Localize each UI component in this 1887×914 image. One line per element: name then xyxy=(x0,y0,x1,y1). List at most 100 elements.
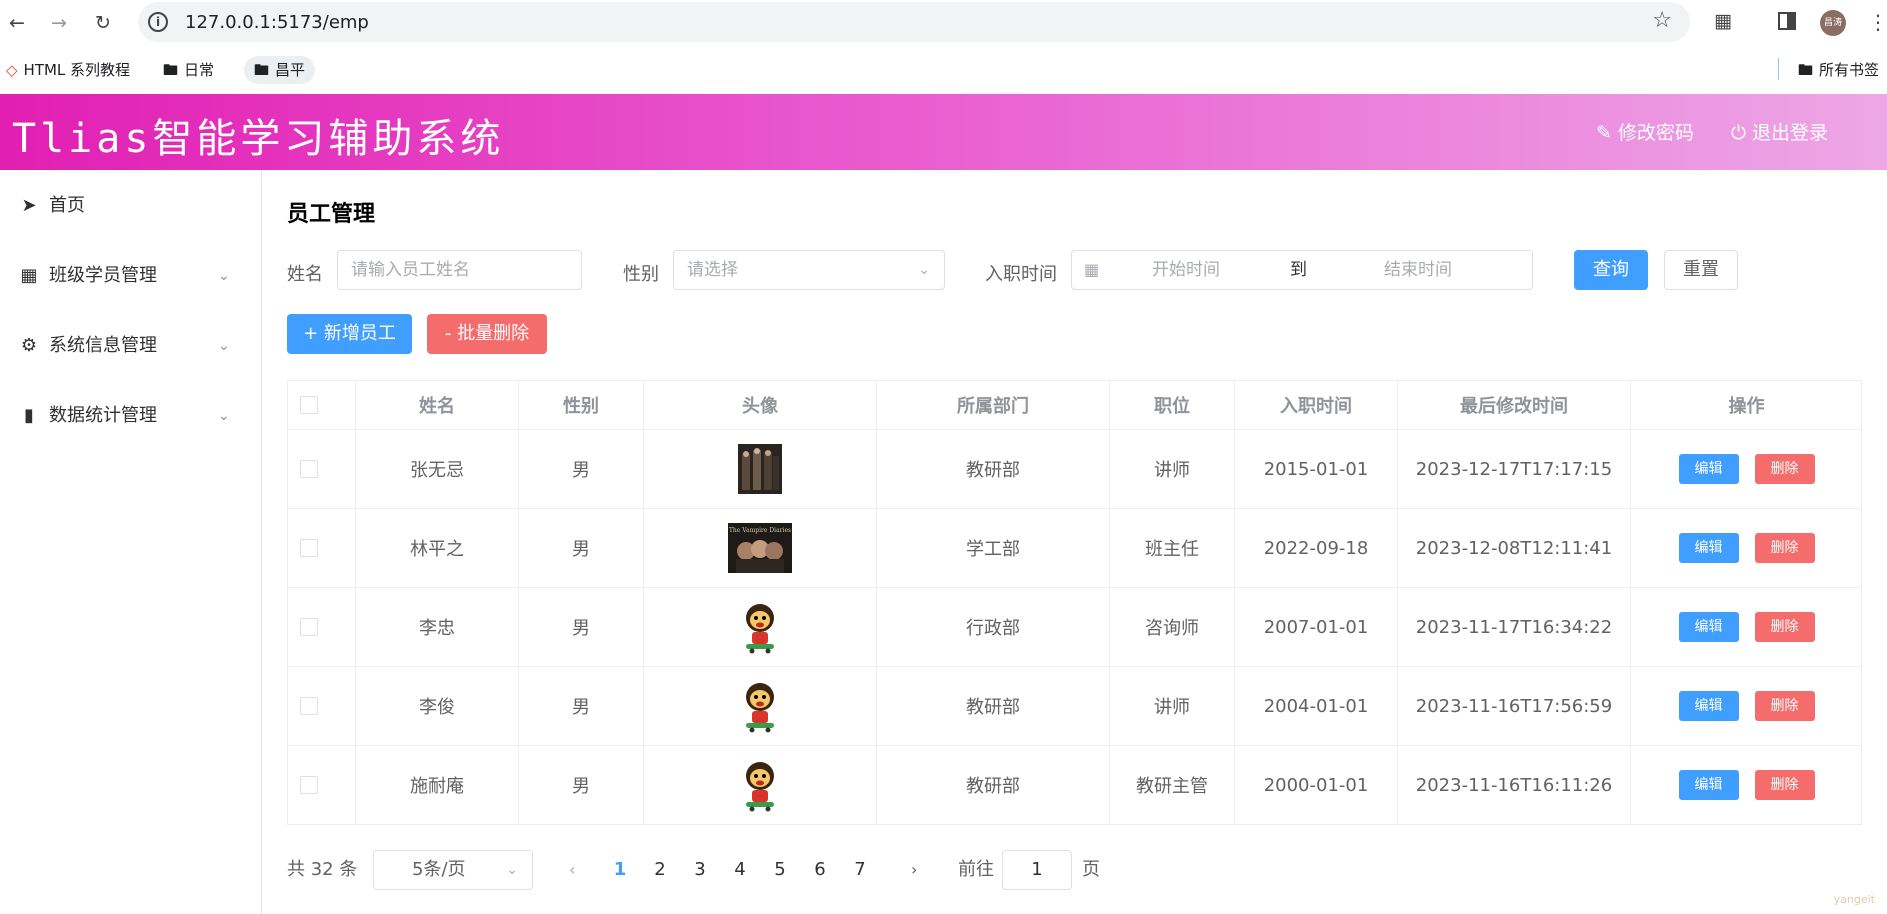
cell-dept: 教研部 xyxy=(877,430,1110,508)
cell-job: 讲师 xyxy=(1110,667,1235,745)
column-header[interactable]: 姓名 xyxy=(356,381,519,429)
bookmarks-divider xyxy=(1778,58,1779,80)
actions-cell: 编辑 删除 xyxy=(1631,509,1862,587)
column-header[interactable]: 职位 xyxy=(1110,381,1235,429)
edit-button[interactable]: 编辑 xyxy=(1678,533,1739,563)
edit-button[interactable]: 编辑 xyxy=(1678,454,1739,484)
page-number[interactable]: 7 xyxy=(845,850,875,890)
bookmark-star-icon[interactable]: ☆ xyxy=(1652,8,1672,33)
cell-dept: 行政部 xyxy=(877,588,1110,666)
app-title: Tlias智能学习辅助系统 xyxy=(12,116,505,162)
column-header[interactable]: 入职时间 xyxy=(1235,381,1398,429)
forward-arrow-icon[interactable]: → xyxy=(46,10,72,36)
sidebar-item-system-info[interactable]: ⚙ 系统信息管理 ⌄ xyxy=(0,318,262,374)
all-bookmarks[interactable]: 🖿 所有书签 xyxy=(1798,56,1879,84)
select-all-checkbox[interactable] xyxy=(300,396,318,414)
avatar-cell: The Vampire Diaries xyxy=(644,509,877,587)
page-suffix-label: 页 xyxy=(1082,859,1100,880)
side-panel-icon[interactable] xyxy=(1778,12,1796,30)
sidebar-item-label: 班级学员管理 xyxy=(49,265,157,286)
row-checkbox[interactable] xyxy=(300,776,318,794)
column-header[interactable]: 操作 xyxy=(1631,381,1862,429)
batch-delete-button[interactable]: - 批量删除 xyxy=(427,314,547,354)
start-date-input[interactable]: 开始时间 xyxy=(1152,251,1220,289)
query-button[interactable]: 查询 xyxy=(1574,250,1648,290)
row-checkbox[interactable] xyxy=(300,697,318,715)
delete-button[interactable]: 删除 xyxy=(1754,533,1815,563)
reload-icon[interactable]: ↻ xyxy=(90,10,116,36)
column-header[interactable]: 所属部门 xyxy=(877,381,1110,429)
chevron-down-icon: ⌄ xyxy=(218,408,230,424)
actions-cell: 编辑 删除 xyxy=(1631,667,1862,745)
column-header[interactable]: 性别 xyxy=(519,381,644,429)
bookmarks-bar: ◇ HTML 系列教程 🖿 日常 🖿 昌平 🖿 所有书签 xyxy=(0,48,1887,90)
cell-name: 张无忌 xyxy=(356,430,519,508)
profile-avatar[interactable]: 昌涛 xyxy=(1820,10,1846,36)
delete-button[interactable]: 删除 xyxy=(1754,770,1815,800)
avatar-cell xyxy=(644,588,877,666)
sidebar-item-home[interactable]: ➤ 首页 xyxy=(0,178,262,234)
page-number[interactable]: 3 xyxy=(685,850,715,890)
chevron-down-icon: ⌄ xyxy=(218,338,230,354)
page-number[interactable]: 4 xyxy=(725,850,755,890)
extensions-icon[interactable]: ▦ xyxy=(1714,10,1732,32)
reset-button[interactable]: 重置 xyxy=(1664,250,1738,290)
browser-toolbar: ← → ↻ i 127.0.0.1:5173/emp ☆ ▦ 昌涛 ⋮ xyxy=(0,0,1887,46)
range-separator: 到 xyxy=(1290,260,1307,280)
cell-gender: 男 xyxy=(519,746,644,824)
logout-link[interactable]: ⏻ 退出登录 xyxy=(1731,118,1828,145)
goto-page-input[interactable]: 1 xyxy=(1002,850,1072,890)
folder-icon: 🖿 xyxy=(254,61,270,79)
bookmark-folder-daily[interactable]: 🖿 日常 xyxy=(163,56,214,84)
bookmark-html-tutorial[interactable]: ◇ HTML 系列教程 xyxy=(6,56,130,84)
edit-button[interactable]: 编辑 xyxy=(1678,691,1739,721)
sidebar-item-class-students[interactable]: ▦ 班级学员管理 ⌄ xyxy=(0,248,262,304)
gender-select-placeholder: 请选择 xyxy=(687,260,738,280)
site-info-icon[interactable]: i xyxy=(148,12,168,32)
next-page-icon[interactable]: › xyxy=(911,850,917,890)
bookmark-folder-changping[interactable]: 🖿 昌平 xyxy=(244,56,316,84)
edit-button[interactable]: 编辑 xyxy=(1678,770,1739,800)
row-checkbox[interactable] xyxy=(300,539,318,557)
name-search-input[interactable]: 请输入员工姓名 xyxy=(337,250,582,290)
add-employee-button[interactable]: + 新增员工 xyxy=(287,314,412,354)
page-number[interactable]: 5 xyxy=(765,850,795,890)
entry-date-range-picker[interactable]: ▦ 开始时间 到 结束时间 xyxy=(1071,250,1533,290)
actions-cell: 编辑 删除 xyxy=(1631,430,1862,508)
cell-dept: 教研部 xyxy=(877,667,1110,745)
calendar-icon: ▦ xyxy=(1084,260,1100,279)
folder-icon: 🖿 xyxy=(1798,61,1814,79)
sidebar-item-label: 首页 xyxy=(49,195,85,216)
row-checkbox[interactable] xyxy=(300,618,318,636)
delete-button[interactable]: 删除 xyxy=(1754,691,1815,721)
svg-text:The Vampire Diaries: The Vampire Diaries xyxy=(729,527,791,534)
back-arrow-icon[interactable]: ← xyxy=(4,10,30,36)
page-number[interactable]: 1 xyxy=(605,850,635,890)
page-number[interactable]: 2 xyxy=(645,850,675,890)
menu-kebab-icon[interactable]: ⋮ xyxy=(1868,10,1887,34)
delete-button[interactable]: 删除 xyxy=(1754,454,1815,484)
power-icon: ⏻ xyxy=(1731,122,1747,144)
page-size-select[interactable]: 5条/页 ⌄ xyxy=(373,850,533,890)
column-header[interactable]: 头像 xyxy=(644,381,877,429)
page-number[interactable]: 6 xyxy=(805,850,835,890)
watermark: yangeit xyxy=(1833,893,1875,906)
edit-button[interactable]: 编辑 xyxy=(1678,612,1739,642)
url-text[interactable]: 127.0.0.1:5173/emp xyxy=(185,12,369,33)
cell-updated: 2023-12-17T17:17:15 xyxy=(1398,430,1631,508)
prev-page-icon[interactable]: ‹ xyxy=(569,850,575,890)
cell-job: 咨询师 xyxy=(1110,588,1235,666)
cell-job: 教研主管 xyxy=(1110,746,1235,824)
column-header[interactable]: 最后修改时间 xyxy=(1398,381,1631,429)
change-password-label: 修改密码 xyxy=(1617,122,1694,144)
cell-dept: 教研部 xyxy=(877,746,1110,824)
address-bar[interactable]: i 127.0.0.1:5173/emp ☆ xyxy=(138,2,1690,42)
cell-entry: 2004-01-01 xyxy=(1235,667,1398,745)
sidebar-item-data-stats[interactable]: ▮ 数据统计管理 ⌄ xyxy=(0,388,262,444)
gender-select[interactable]: 请选择 ⌄ xyxy=(673,250,945,290)
table-row: 李俊男教研部 讲师 2004-01-01 2023-11-16T17:56:59 编辑删… xyxy=(288,667,1861,746)
end-date-input[interactable]: 结束时间 xyxy=(1384,251,1452,289)
change-password-link[interactable]: ✎ 修改密码 xyxy=(1596,118,1694,145)
delete-button[interactable]: 删除 xyxy=(1754,612,1815,642)
row-checkbox[interactable] xyxy=(300,460,318,478)
